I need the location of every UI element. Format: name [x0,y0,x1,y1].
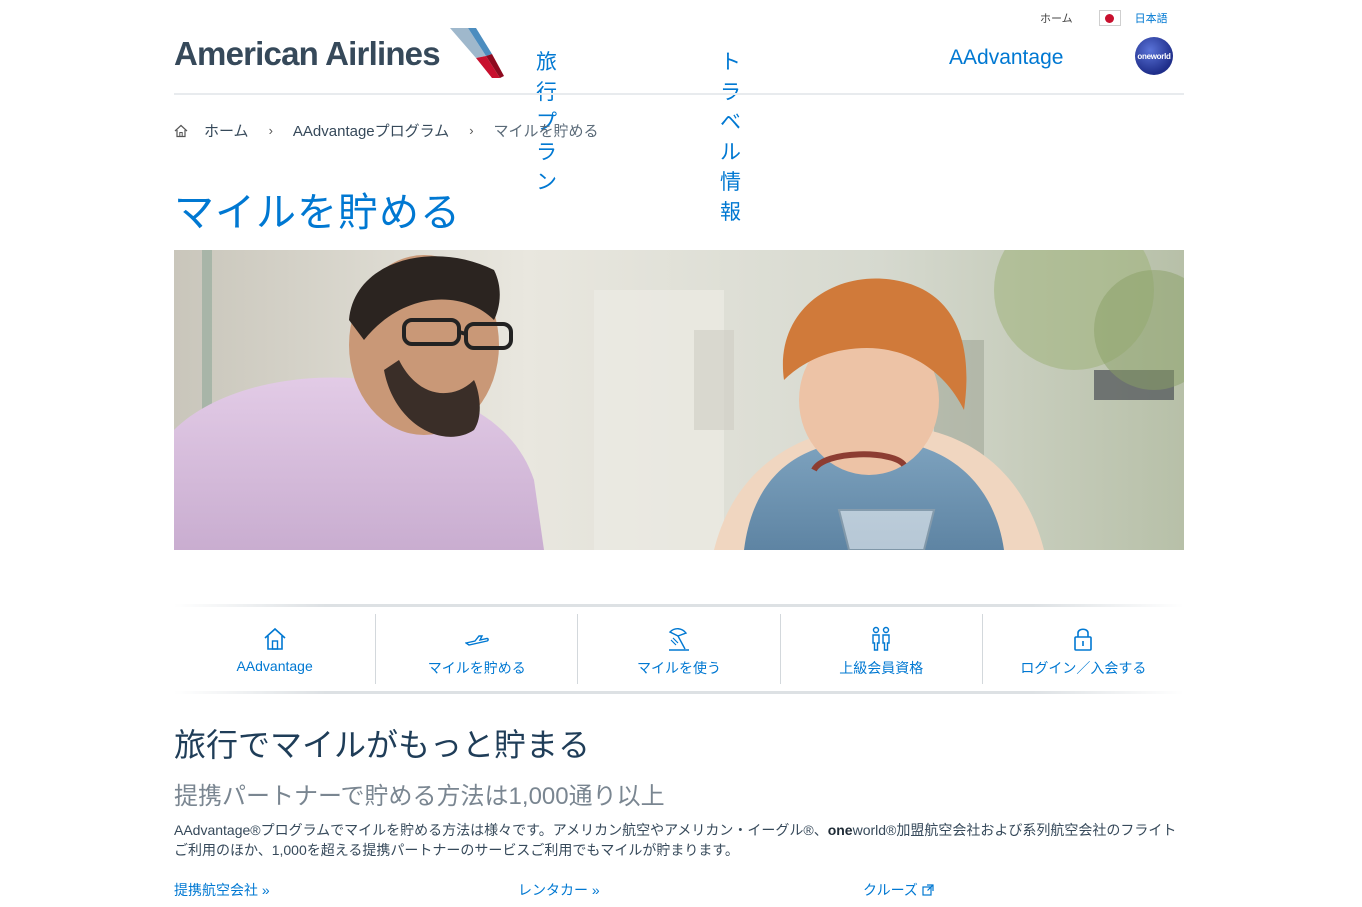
link-car-rental[interactable]: レンタカー » [518,880,600,900]
beach-icon [668,628,689,651]
icon-nav-label: ログイン／入会する [1020,660,1147,676]
breadcrumb-aadvantage-program[interactable]: AAdvantageプログラム [293,120,449,141]
link-cruises[interactable]: クルーズ [863,880,934,900]
nav-travel-info[interactable]: トラベル情報 [720,46,741,226]
link-cruises-label: クルーズ [863,882,918,898]
icon-nav-label: AAdvantage [236,658,313,674]
icon-nav-login-join[interactable]: ログイン／入会する [981,614,1184,684]
icon-nav-use-miles[interactable]: マイルを使う [577,614,779,684]
japan-flag-icon[interactable] [1098,10,1121,26]
external-link-icon [922,884,934,896]
page-title: マイルを貯める [174,191,461,235]
lock-icon [1074,628,1093,651]
icon-nav-earn-miles[interactable]: マイルを貯める [375,614,577,684]
american-airlines-logo[interactable]: American Airlines [174,28,504,80]
breadcrumb-separator: › [469,123,474,138]
language-selector[interactable]: 日本語 [1135,10,1168,26]
header-divider [174,93,1184,95]
hero-photo [174,250,1184,550]
oneworld-logo[interactable]: oneworld [1135,37,1173,75]
section-body: AAdvantage®プログラムでマイルを貯める方法は様々です。アメリカン航空や… [174,820,1184,860]
home-icon [264,627,286,650]
section-title: 旅行でマイルがもっと貯まる [174,727,591,763]
breadcrumb-home-icon[interactable] [174,124,188,138]
people-icon [872,626,890,651]
nav-aadvantage[interactable]: AAdvantage [949,46,1063,70]
breadcrumb-home[interactable]: ホーム [204,120,249,141]
breadcrumb: ホーム › AAdvantageプログラム › マイルを貯める [174,120,599,141]
body-text-part: AAdvantage®プログラムでマイルを貯める方法は様々です。アメリカン航空や… [174,822,828,838]
flight-symbol-icon [449,28,504,78]
utility-home-link[interactable]: ホーム [1040,10,1073,26]
breadcrumb-current: マイルを貯める [493,123,599,140]
icon-nav-label: マイルを使う [637,660,721,676]
oneworld-bold: one [827,822,853,838]
icon-nav-label: マイルを貯める [427,660,526,676]
icon-nav-label: 上級会員資格 [839,660,924,676]
icon-nav-aadvantage[interactable]: AAdvantage [174,614,375,684]
icon-nav-elite-status[interactable]: 上級会員資格 [779,614,982,684]
aadvantage-icon-nav: AAdvantage マイルを貯める マイルを使う 上級会員資格 ログイン／入会… [174,604,1184,694]
plane-icon [464,635,489,646]
section-subtitle: 提携パートナーで貯める方法は1,000通り以上 [174,783,665,810]
hero-illustration [174,250,1184,550]
breadcrumb-separator: › [268,123,273,138]
link-partner-airlines[interactable]: 提携航空会社 » [174,880,270,900]
logo-text: American Airlines [174,35,441,72]
